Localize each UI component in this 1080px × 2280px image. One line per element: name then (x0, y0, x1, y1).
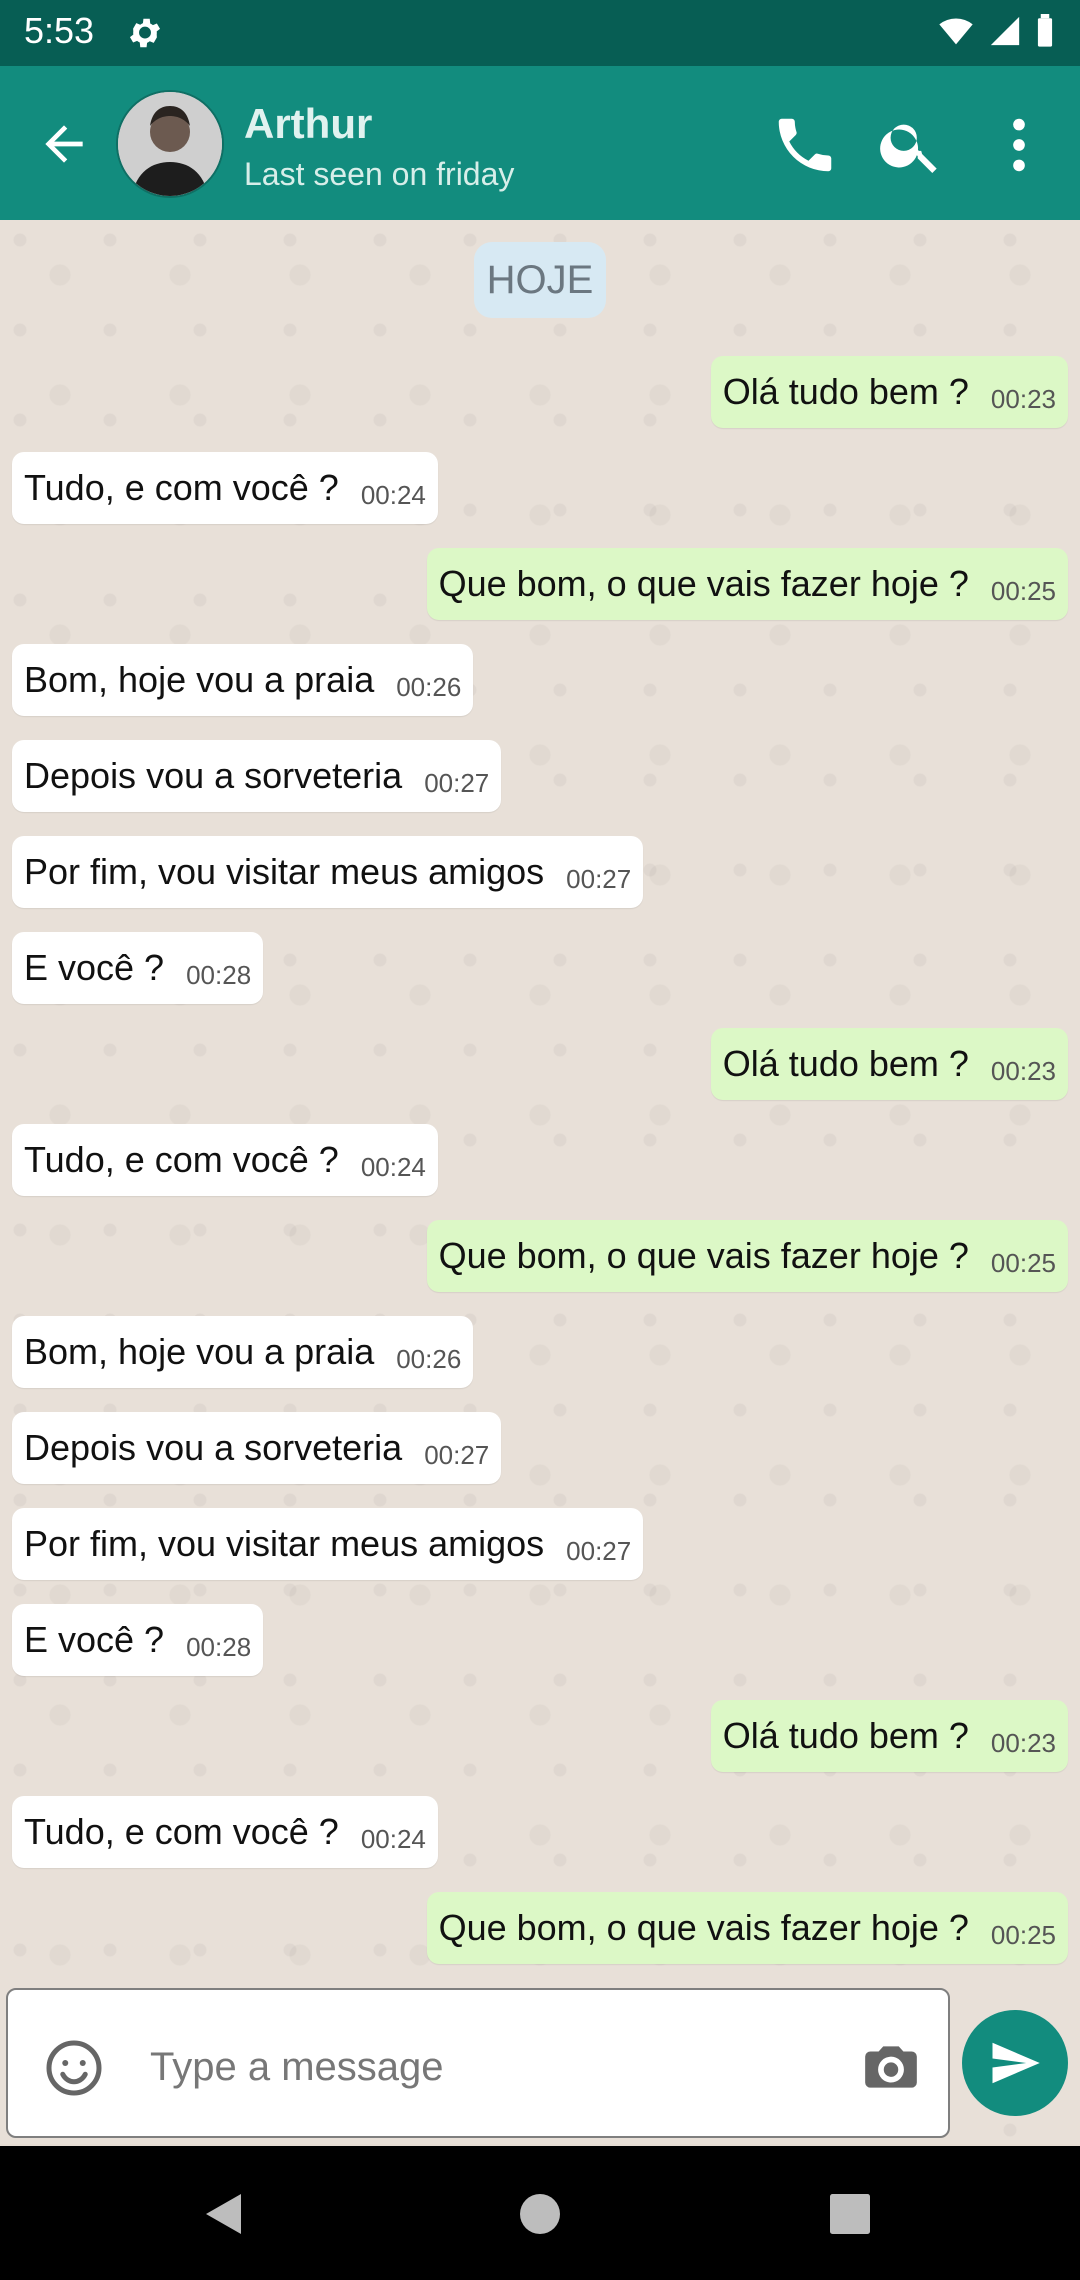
message-time: 00:27 (566, 1535, 632, 1566)
wifi-icon (939, 18, 973, 45)
settings-icon (129, 18, 161, 48)
message-bubble-incoming[interactable]: E você ? 00:28 (12, 932, 264, 1004)
message-text: Por fim, vou visitar meus amigos (24, 1523, 545, 1564)
message-bubble-incoming[interactable]: Tudo, e com você ? 00:24 (12, 1124, 438, 1196)
date-divider: HOJE (474, 242, 606, 318)
nav-home-icon[interactable] (510, 2184, 570, 2244)
status-time: 5:53 (24, 10, 95, 51)
battery-icon (1037, 14, 1053, 47)
message-text: E você ? (24, 1619, 165, 1660)
message-time: 00:28 (186, 1631, 252, 1662)
message-text: Tudo, e com você ? (24, 1139, 339, 1180)
nav-back-icon[interactable] (196, 2184, 256, 2244)
message-time: 00:26 (396, 1343, 462, 1374)
message-bubble-incoming[interactable]: E você ? 00:28 (12, 1604, 264, 1676)
message-bubble-incoming[interactable]: Por fim, vou visitar meus amigos 00:27 (12, 1508, 644, 1580)
message-time: 00:27 (424, 1439, 490, 1470)
message-text: Tudo, e com você ? (24, 467, 339, 508)
status-bar: 5:53 (0, 0, 1080, 66)
search-icon[interactable] (876, 110, 946, 180)
contact-name[interactable]: Arthur (244, 100, 372, 148)
message-text: Por fim, vou visitar meus amigos (24, 851, 545, 892)
emoji-icon[interactable] (44, 2038, 104, 2098)
message-bubble-incoming[interactable]: Tudo, e com você ? 00:24 (12, 452, 438, 524)
message-time: 00:23 (990, 1055, 1056, 1086)
back-arrow-icon[interactable] (36, 116, 92, 172)
send-icon (992, 2042, 1040, 2084)
camera-icon[interactable] (860, 2036, 922, 2098)
status-indicators (936, 14, 1056, 48)
message-text: Depois vou a sorveteria (24, 1427, 403, 1468)
message-time: 00:24 (360, 479, 426, 510)
message-composer[interactable] (6, 1988, 950, 2138)
nav-recents-icon[interactable] (820, 2184, 880, 2244)
message-bubble-incoming[interactable]: Bom, hoje vou a praia 00:26 (12, 1316, 474, 1388)
message-bubble-incoming[interactable]: Por fim, vou visitar meus amigos 00:27 (12, 836, 644, 908)
message-text: Olá tudo bem ? (722, 1715, 969, 1756)
system-nav-bar (0, 2146, 1080, 2280)
message-input[interactable] (148, 2026, 792, 2108)
message-bubble-incoming[interactable]: Bom, hoje vou a praia 00:26 (12, 644, 474, 716)
message-text: Bom, hoje vou a praia (24, 1331, 375, 1372)
avatar[interactable] (116, 90, 224, 198)
message-bubble-incoming[interactable]: Tudo, e com você ? 00:24 (12, 1796, 438, 1868)
chat-header: Arthur Last seen on friday (0, 66, 1080, 220)
message-bubble-outgoing[interactable]: Que bom, o que vais fazer hoje ? 00:25 (426, 1220, 1068, 1292)
message-text: Depois vou a sorveteria (24, 755, 403, 796)
message-text: E você ? (24, 947, 165, 988)
message-time: 00:25 (990, 1919, 1056, 1950)
more-vert-icon[interactable] (984, 110, 1054, 180)
message-bubble-outgoing[interactable]: Olá tudo bem ? 00:23 (710, 1028, 1068, 1100)
message-time: 00:26 (396, 671, 462, 702)
message-bubble-incoming[interactable]: Depois vou a sorveteria 00:27 (12, 1412, 502, 1484)
message-text: Olá tudo bem ? (722, 371, 969, 412)
contact-status: Last seen on friday (244, 156, 515, 192)
message-bubble-outgoing[interactable]: Que bom, o que vais fazer hoje ? 00:25 (426, 1892, 1068, 1964)
signal-icon (990, 16, 1020, 46)
message-text: Que bom, o que vais fazer hoje ? (438, 1235, 969, 1276)
message-bubble-outgoing[interactable]: Que bom, o que vais fazer hoje ? 00:25 (426, 548, 1068, 620)
message-time: 00:24 (360, 1151, 426, 1182)
message-text: Olá tudo bem ? (722, 1043, 969, 1084)
message-time: 00:25 (990, 1247, 1056, 1278)
message-bubble-outgoing[interactable]: Olá tudo bem ? 00:23 (710, 1700, 1068, 1772)
message-bubble-incoming[interactable]: Depois vou a sorveteria 00:27 (12, 740, 502, 812)
message-text: Tudo, e com você ? (24, 1811, 339, 1852)
message-bubble-outgoing[interactable]: Olá tudo bem ? 00:23 (710, 356, 1068, 428)
message-time: 00:23 (990, 1727, 1056, 1758)
message-time: 00:23 (990, 383, 1056, 414)
message-time: 00:24 (360, 1823, 426, 1854)
message-time: 00:27 (424, 767, 490, 798)
message-time: 00:27 (566, 863, 632, 894)
message-text: Que bom, o que vais fazer hoje ? (438, 563, 969, 604)
message-time: 00:28 (186, 959, 252, 990)
message-text: Bom, hoje vou a praia (24, 659, 375, 700)
phone-icon[interactable] (770, 110, 840, 180)
message-time: 00:25 (990, 575, 1056, 606)
send-button[interactable] (962, 2010, 1068, 2116)
message-text: Que bom, o que vais fazer hoje ? (438, 1907, 969, 1948)
chat-area[interactable]: HOJE Olá tudo bem ? 00:23 Tudo, e com vo… (0, 220, 1080, 2144)
avatar-person-icon (118, 92, 222, 196)
